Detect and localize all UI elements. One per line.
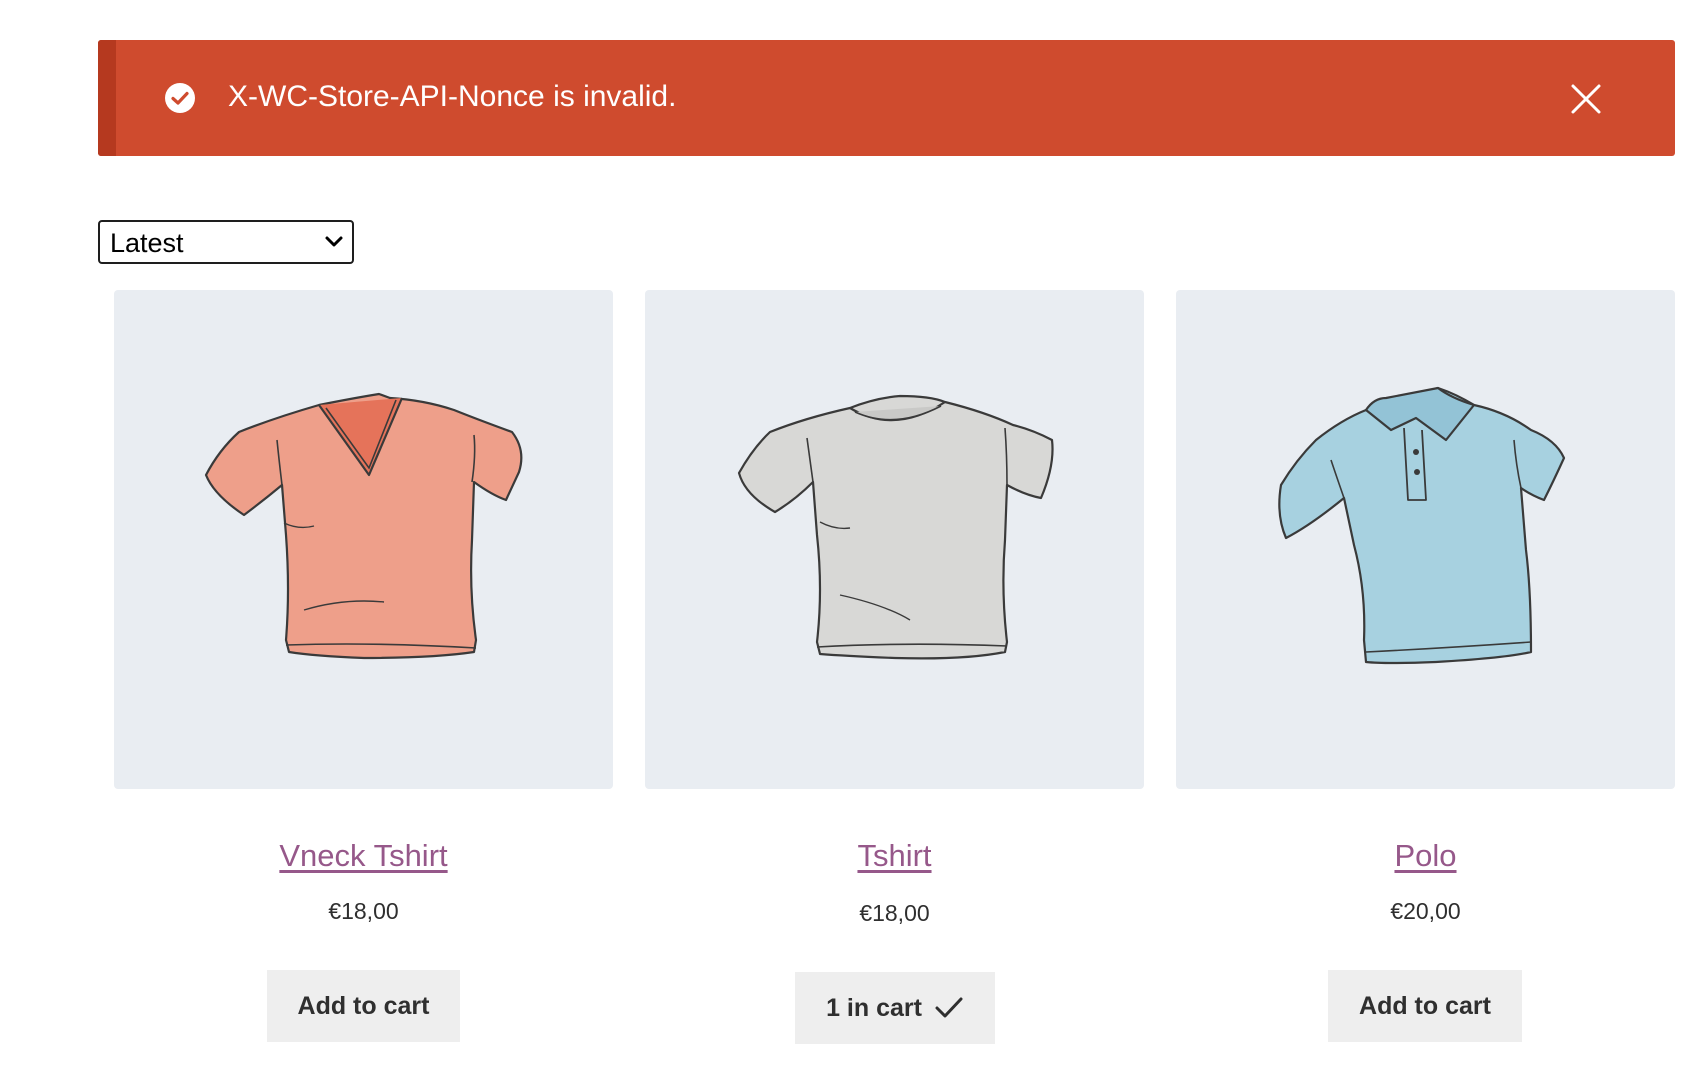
in-cart-button[interactable]: 1 in cart: [795, 972, 995, 1044]
add-to-cart-button[interactable]: Add to cart: [1328, 970, 1522, 1042]
check-circle-icon: [165, 83, 195, 113]
close-icon[interactable]: [1569, 82, 1603, 116]
product-price: €18,00: [859, 900, 930, 926]
product-image[interactable]: [645, 290, 1144, 789]
checkmark-icon: [935, 997, 963, 1018]
product-price: €18,00: [328, 898, 399, 924]
product-title[interactable]: Polo: [1176, 836, 1675, 876]
in-cart-label: 1 in cart: [826, 993, 922, 1022]
product-image[interactable]: [1176, 290, 1675, 789]
vneck-tshirt-illustration: [204, 392, 523, 660]
sort-select-value: Latest: [110, 228, 184, 258]
notice-message: X-WC-Store-API-Nonce is invalid.: [228, 80, 677, 113]
chevron-down-icon: [325, 236, 343, 247]
add-to-cart-button[interactable]: Add to cart: [267, 970, 460, 1042]
tshirt-illustration: [737, 394, 1054, 660]
add-to-cart-label: Add to cart: [297, 991, 430, 1020]
notice-banner: X-WC-Store-API-Nonce is invalid.: [98, 40, 1675, 156]
product-image[interactable]: [114, 290, 613, 789]
product-price: €20,00: [1390, 898, 1461, 924]
polo-illustration: [1278, 386, 1566, 665]
sort-select[interactable]: Latest: [98, 220, 354, 264]
add-to-cart-label: Add to cart: [1359, 991, 1491, 1020]
notice-accent-stripe: [98, 40, 116, 156]
product-title[interactable]: Tshirt: [645, 836, 1144, 876]
product-title[interactable]: Vneck Tshirt: [114, 836, 613, 876]
